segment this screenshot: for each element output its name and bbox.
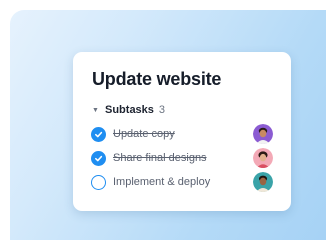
subtasks-toggle[interactable]: ▼ Subtasks 3 [92, 104, 165, 116]
checked-circle-icon[interactable] [91, 126, 106, 142]
subtask-row: Update copy [91, 124, 273, 144]
avatar [253, 124, 273, 144]
task-title: Update website [92, 69, 222, 89]
subtask-label: Implement & deploy [113, 176, 211, 188]
subtask-label: Update copy [113, 128, 175, 140]
background-panel: Update website ▼ Subtasks 3 Update copy [10, 10, 326, 240]
caret-down-icon[interactable]: ▼ [92, 107, 100, 114]
subtask-label: Share final designs [113, 152, 207, 164]
empty-circle-icon[interactable] [91, 174, 106, 190]
subtask-row: Implement & deploy [91, 172, 273, 192]
subtasks-label: Subtasks [105, 104, 154, 116]
checked-circle-icon[interactable] [91, 150, 106, 166]
task-card: Update website ▼ Subtasks 3 Update copy [73, 52, 291, 211]
subtasks-count: 3 [158, 104, 166, 116]
subtask-row: Share final designs [91, 148, 273, 168]
avatar [253, 172, 273, 192]
avatar [253, 148, 273, 168]
